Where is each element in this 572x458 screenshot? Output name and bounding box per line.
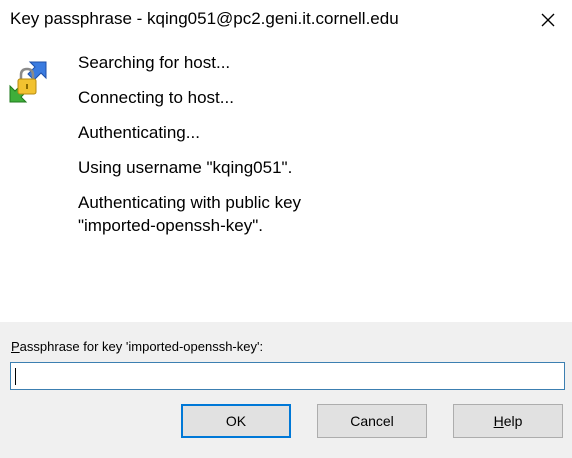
passphrase-input[interactable] bbox=[10, 362, 565, 390]
status-messages: Searching for host... Connecting to host… bbox=[78, 51, 558, 249]
cancel-button[interactable]: Cancel bbox=[317, 404, 427, 438]
passphrase-label: Passphrase for key 'imported-openssh-key… bbox=[11, 339, 263, 354]
putty-key-icon bbox=[9, 61, 47, 103]
status-message: Authenticating... bbox=[78, 123, 200, 142]
label-mnemonic: P bbox=[11, 339, 20, 354]
prompt-panel: Passphrase for key 'imported-openssh-key… bbox=[0, 322, 572, 458]
close-button[interactable] bbox=[524, 0, 572, 40]
help-label: elp bbox=[503, 413, 523, 429]
help-button[interactable]: Help bbox=[453, 404, 563, 438]
cancel-label: Cancel bbox=[350, 413, 394, 429]
status-message: Using username "kqing051". bbox=[78, 158, 293, 177]
window-title: Key passphrase - kqing051@pc2.geni.it.co… bbox=[10, 9, 399, 28]
title-bar[interactable]: Key passphrase - kqing051@pc2.geni.it.co… bbox=[0, 0, 572, 40]
ok-label: OK bbox=[225, 413, 247, 429]
status-message: Authenticating with public key "imported… bbox=[78, 193, 302, 235]
close-icon bbox=[541, 13, 555, 27]
ok-button[interactable]: OK bbox=[181, 404, 291, 438]
dialog-content: Searching for host... Connecting to host… bbox=[0, 40, 572, 322]
text-caret bbox=[15, 368, 16, 385]
status-message: Connecting to host... bbox=[78, 88, 234, 107]
status-message: Searching for host... bbox=[78, 53, 231, 72]
help-mnemonic: H bbox=[493, 413, 504, 429]
label-text: assphrase for key 'imported-openssh-key'… bbox=[19, 339, 264, 354]
